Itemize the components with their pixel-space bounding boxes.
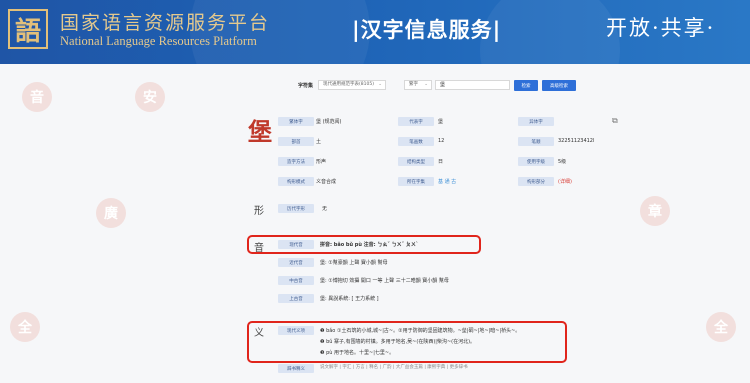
watermark-seal: 安 bbox=[135, 82, 165, 112]
advanced-search-button[interactable]: 高级检索 bbox=[542, 80, 576, 91]
label-dictionary: 辞书释义 bbox=[278, 364, 314, 373]
label-components: 构形部分 bbox=[518, 177, 554, 186]
value-components-link[interactable]: (详细) bbox=[558, 178, 572, 185]
value-formation: 形声 bbox=[316, 159, 327, 165]
label-traditional: 繁体字 bbox=[278, 117, 314, 126]
logo-icon[interactable]: 語 bbox=[8, 9, 48, 49]
label-formation: 造字方法 bbox=[278, 157, 314, 166]
label-charset: 所在字集 bbox=[398, 177, 434, 186]
character-glyph: 堡 bbox=[248, 117, 272, 146]
value-traditional: 堡 (规范阅) bbox=[316, 119, 342, 125]
search-input[interactable]: 堡 bbox=[435, 80, 510, 90]
chevron-down-icon: ⌄ bbox=[424, 82, 428, 87]
section-title-yi: 义 bbox=[254, 328, 264, 339]
label-composition-mode: 构形模式 bbox=[278, 177, 314, 186]
label-radical: 部首 bbox=[278, 137, 314, 146]
value-middle-chinese: 堡: ①博抱切 效攝 開口 一等 上聲 三十二晧韻 寶小韻 幫母 bbox=[320, 278, 449, 284]
meaning-line: ❸ pù 用于地名。十里~|七里~。 bbox=[320, 350, 395, 356]
value-radical: 土 bbox=[316, 139, 322, 145]
page-title: |汉字信息服务| bbox=[352, 18, 502, 42]
header-slogan: 开放·共享· bbox=[606, 16, 716, 40]
chevron-down-icon: ⌄ bbox=[378, 82, 382, 87]
value-composition-mode: 义音合成 bbox=[316, 179, 337, 185]
label-early-modern-pronunciation: 近代音 bbox=[278, 258, 314, 267]
site-name-en: National Language Resources Platform bbox=[60, 34, 257, 48]
value-charset[interactable]: 基 通 古 bbox=[438, 178, 456, 185]
dictionary-links[interactable]: 说文解字 | 字汇 | 方言 | 释名 | 广韵 | 大广益会玉篇 | 康熙字典… bbox=[320, 364, 468, 370]
label-stroke-count: 笔画数 bbox=[398, 137, 434, 146]
label-old-chinese: 上古音 bbox=[278, 294, 314, 303]
value-stroke-count: 12 bbox=[438, 138, 445, 144]
watermark-seal: 音 bbox=[22, 82, 52, 112]
value-stroke-order: 32251123412l bbox=[558, 138, 595, 144]
watermark-seal: 全 bbox=[10, 312, 40, 342]
charset-select-value: 现代通用规范字表(8105) bbox=[323, 82, 374, 87]
mode-select-value: 繁字 bbox=[409, 82, 418, 87]
section-title-xing: 形 bbox=[254, 206, 264, 217]
label-modern-pronunciation: 现代音 bbox=[278, 240, 314, 249]
meaning-line: ❶ bǎo ①土石筑的小城,城~|古~。②用于防御的坚固建筑物。~垒|碉~|地~… bbox=[320, 328, 521, 334]
value-historical-forms: 无 bbox=[322, 206, 328, 212]
label-variant: 异体字 bbox=[518, 117, 554, 126]
label-usage-level: 使用字级 bbox=[518, 157, 554, 166]
value-structure: 日 bbox=[438, 159, 444, 165]
charset-label: 字符集 bbox=[298, 83, 314, 89]
value-early-modern-pronunciation: 堡: ①幫豪韻 上聲 寶小韻 幫母 bbox=[320, 260, 388, 266]
value-usage-level: 5级 bbox=[558, 159, 567, 165]
value-modern-pronunciation: 拼音: bǎo bǔ pù 注音: ㄅㄠˇ ㄅㄨˇ ㄆㄨˋ bbox=[320, 242, 419, 248]
value-representative: 堡 bbox=[438, 119, 444, 125]
site-header: 語 国家语言资源服务平台 National Language Resources… bbox=[0, 0, 750, 64]
section-title-yin: 音 bbox=[254, 243, 264, 254]
site-name-cn[interactable]: 国家语言资源服务平台 bbox=[60, 8, 270, 35]
label-middle-chinese: 中古音 bbox=[278, 276, 314, 285]
meaning-line: ❷ bǔ 寨子,有围墙的村镇。多用于地名,吴~(在陕西)|柴沟~(在河北)。 bbox=[320, 339, 476, 345]
label-stroke-order: 笔顺 bbox=[518, 137, 554, 146]
search-button[interactable]: 检索 bbox=[514, 80, 538, 91]
watermark-seal: 廣 bbox=[96, 198, 126, 228]
label-historical-forms: 历代字形 bbox=[278, 204, 314, 213]
label-structure: 结构类型 bbox=[398, 157, 434, 166]
charset-select[interactable]: 现代通用规范字表(8105) ⌄ bbox=[318, 80, 386, 90]
label-representative: 代表字 bbox=[398, 117, 434, 126]
value-old-chinese: 堡: 異說系統: [ 王力系統 ] bbox=[320, 296, 379, 302]
watermark-seal: 章 bbox=[640, 196, 670, 226]
mode-select[interactable]: 繁字 ⌄ bbox=[404, 80, 432, 90]
watermark-seal: 全 bbox=[706, 312, 736, 342]
copy-icon[interactable]: ⧉ bbox=[612, 116, 618, 126]
label-modern-meaning: 现代义项 bbox=[278, 326, 314, 335]
